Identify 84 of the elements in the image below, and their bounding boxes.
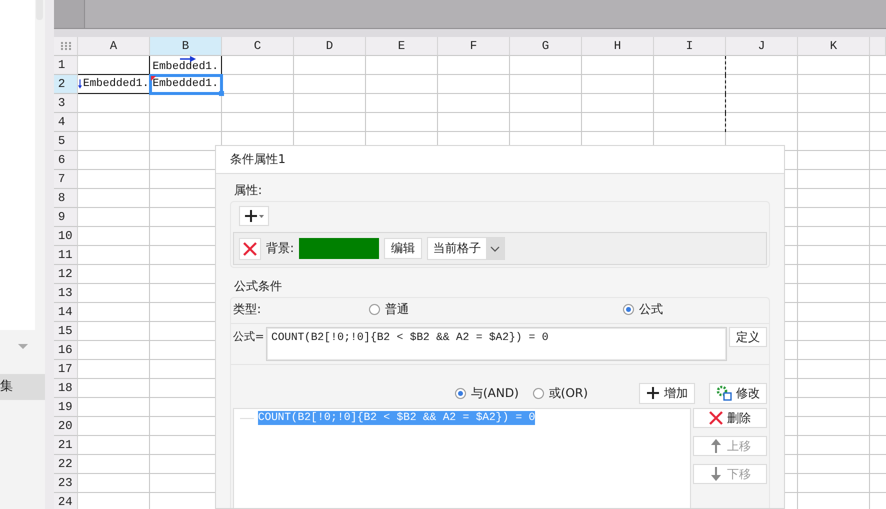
row-header[interactable]: 10: [54, 227, 78, 246]
define-button[interactable]: 定义: [729, 327, 767, 347]
radio-circle[interactable]: [369, 304, 380, 314]
down-arrow-icon: [78, 77, 82, 91]
edit-button[interactable]: 编辑: [384, 238, 422, 259]
dialog-title: 条件属性1: [216, 146, 784, 174]
column-header[interactable]: C: [222, 37, 294, 56]
formula-field[interactable]: COUNT(B2[!0;!0]{B2 < $B2 && A2 = $A2}) = 0: [266, 327, 727, 361]
up-arrow-icon: [709, 439, 723, 453]
row-header[interactable]: 21: [54, 436, 78, 455]
row-header[interactable]: 3: [54, 94, 78, 113]
column-header[interactable]: A: [78, 37, 150, 56]
row-header[interactable]: 18: [54, 379, 78, 398]
down-arrow-icon: [709, 467, 723, 481]
radio-label[interactable]: 或(OR): [548, 384, 588, 402]
row-header[interactable]: 7: [54, 170, 78, 189]
table-cell[interactable]: Embedded1.: [150, 56, 222, 75]
table-cell[interactable]: [78, 56, 150, 75]
formula-label: 公式=: [233, 329, 264, 344]
column-header[interactable]: K: [798, 37, 870, 56]
corner-header[interactable]: [54, 37, 78, 56]
row-header[interactable]: 16: [54, 341, 78, 360]
row-header[interactable]: 2: [54, 75, 78, 94]
row-header[interactable]: 9: [54, 208, 78, 227]
row-header[interactable]: 22: [54, 455, 78, 474]
collapse-arrow-icon[interactable]: [18, 344, 28, 349]
row-header[interactable]: 24: [54, 493, 78, 509]
property-label: 背景:: [266, 240, 294, 257]
radio-label[interactable]: 与(AND): [471, 384, 519, 402]
cell-text: Embedded1.: [152, 61, 218, 73]
radio-circle[interactable]: [532, 388, 544, 398]
side-button[interactable]: 删除: [693, 408, 767, 428]
plus-caret-icon: [243, 209, 265, 223]
row-header[interactable]: 13: [54, 284, 78, 303]
radio-label[interactable]: 公式: [639, 300, 663, 318]
radio-label[interactable]: 普通: [385, 300, 409, 318]
plus-icon: [646, 386, 660, 400]
cell-text: Embedded1.: [152, 78, 218, 90]
row-header[interactable]: 23: [54, 474, 78, 493]
row-header[interactable]: 6: [54, 151, 78, 170]
radio-circle[interactable]: [623, 304, 634, 314]
row-header[interactable]: 12: [54, 265, 78, 284]
scrollbar-thumb[interactable]: [36, 0, 43, 20]
column-header[interactable]: G: [510, 37, 582, 56]
add-property-button[interactable]: [239, 206, 269, 226]
scope-dropdown[interactable]: 当前格子: [427, 237, 506, 260]
table-cell[interactable]: Embedded1.: [78, 75, 150, 94]
column-header[interactable]: B: [150, 37, 222, 56]
chevron-down-icon: [490, 246, 500, 252]
right-arrow-icon: [180, 56, 196, 62]
column-header[interactable]: J: [726, 37, 798, 56]
row-header[interactable]: 17: [54, 360, 78, 379]
delete-property-button[interactable]: [239, 238, 261, 260]
section-label: 属性:: [234, 182, 264, 199]
grid-icon: [60, 42, 70, 50]
dropdown-value: 当前格子: [432, 240, 482, 257]
row-header[interactable]: 15: [54, 322, 78, 341]
radio-circle[interactable]: [455, 388, 466, 398]
column-header[interactable]: D: [294, 37, 366, 56]
section-label: 公式条件: [234, 278, 283, 295]
cell-text: Embedded1.: [82, 78, 149, 90]
table-cell[interactable]: Embedded1.: [150, 75, 222, 94]
row-header[interactable]: 8: [54, 189, 78, 208]
row-header[interactable]: 14: [54, 303, 78, 322]
row-header[interactable]: 1: [54, 56, 78, 75]
splitter-handle[interactable]: [45, 0, 54, 509]
column-header[interactable]: [870, 37, 886, 56]
type-label: 类型:: [233, 300, 262, 318]
add-button[interactable]: 增加: [639, 382, 695, 404]
row-header[interactable]: 4: [54, 113, 78, 132]
panel-item[interactable]: 集: [0, 374, 45, 400]
modify-button[interactable]: 修改: [709, 382, 767, 404]
row-header[interactable]: 19: [54, 398, 78, 417]
column-header[interactable]: I: [654, 37, 726, 56]
column-header[interactable]: E: [366, 37, 438, 56]
close-icon: [243, 242, 257, 256]
column-header[interactable]: F: [438, 37, 510, 56]
close-icon: [709, 411, 723, 425]
row-header[interactable]: 5: [54, 132, 78, 151]
row-header[interactable]: 11: [54, 246, 78, 265]
color-swatch[interactable]: [299, 238, 380, 259]
column-header[interactable]: H: [582, 37, 654, 56]
gear-document-icon: [716, 385, 732, 401]
row-header[interactable]: 20: [54, 417, 78, 436]
